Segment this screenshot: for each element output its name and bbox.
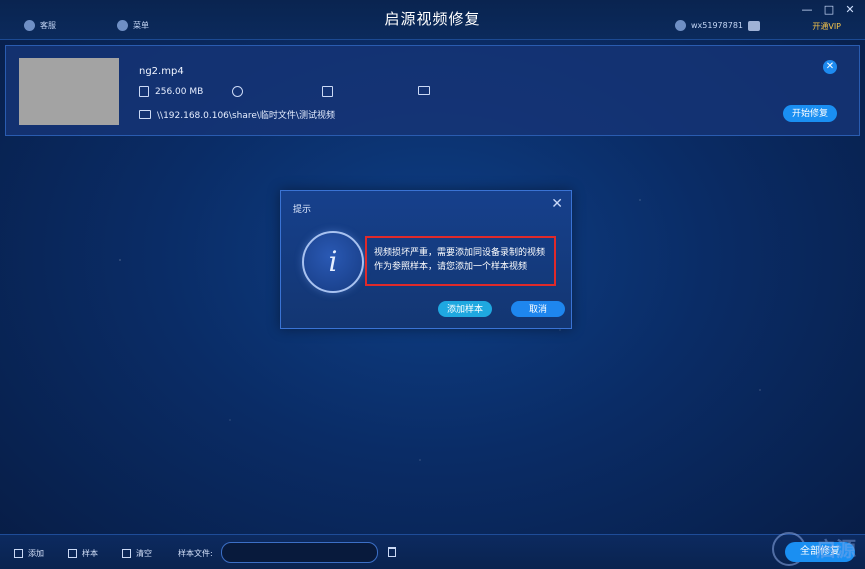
info-icon: i	[302, 231, 364, 293]
file-name: ng2.mp4	[139, 66, 184, 77]
bottom-toolbar: 添加 样本 清空 样本文件:	[0, 534, 865, 569]
dialog-close-button[interactable]: ✕	[551, 196, 563, 212]
clear-button[interactable]: 清空	[122, 548, 152, 559]
cancel-button[interactable]: 取消	[511, 301, 565, 317]
sample-file-input[interactable]	[221, 542, 378, 563]
user-avatar-icon	[675, 20, 686, 31]
dialog-message: 视频损坏严重，需要添加同设备录制的视频作为参照样本，请您添加一个样本视频	[365, 236, 556, 286]
add-label: 添加	[28, 549, 44, 558]
dialog-title: 提示	[293, 205, 312, 215]
file-size-row: 256.00 MB	[139, 86, 203, 97]
open-vip-link[interactable]: 开通VIP	[812, 21, 841, 32]
camera-field	[418, 86, 430, 95]
folder-icon	[139, 110, 151, 119]
sample-icon	[68, 549, 77, 558]
sample-file-label: 样本文件:	[178, 549, 213, 558]
minimize-button[interactable]: —	[801, 3, 813, 16]
user-account[interactable]: wx51978781	[675, 20, 760, 31]
clock-icon	[232, 86, 243, 97]
maximize-button[interactable]: □	[823, 3, 835, 16]
add-sample-button[interactable]: 添加样本	[438, 301, 492, 317]
start-repair-button[interactable]: 开始修复	[783, 105, 837, 122]
watermark-text: 启源	[816, 537, 856, 561]
camera-icon	[418, 86, 430, 95]
resolution-icon	[322, 86, 333, 97]
sample-button[interactable]: 样本	[68, 548, 98, 559]
video-thumbnail	[19, 58, 119, 125]
add-button[interactable]: 添加	[14, 548, 44, 559]
remove-file-button[interactable]: ✕	[823, 60, 837, 74]
close-window-button[interactable]: ✕	[844, 3, 856, 16]
file-size: 256.00 MB	[155, 86, 204, 97]
file-icon	[139, 86, 149, 97]
file-item-panel: ng2.mp4 256.00 MB \\192.168.0.106\share\…	[5, 45, 860, 136]
plus-icon	[14, 549, 23, 558]
username: wx51978781	[691, 21, 743, 30]
file-path: \\192.168.0.106\share\临时文件\测试视频	[157, 111, 335, 121]
vip-badge-icon	[748, 20, 760, 31]
trash-icon[interactable]	[388, 547, 396, 557]
sample-label: 样本	[82, 549, 98, 558]
file-path-row: \\192.168.0.106\share\临时文件\测试视频	[139, 108, 335, 121]
resolution-field	[322, 86, 333, 97]
clear-label: 清空	[136, 549, 152, 558]
broom-icon	[122, 549, 131, 558]
prompt-dialog: 提示 ✕ i 视频损坏严重，需要添加同设备录制的视频作为参照样本，请您添加一个样…	[280, 190, 572, 329]
duration-field	[232, 86, 243, 97]
title-bar: 客服 菜单 启源视频修复 wx51978781 开通VIP — □ ✕	[0, 0, 865, 40]
